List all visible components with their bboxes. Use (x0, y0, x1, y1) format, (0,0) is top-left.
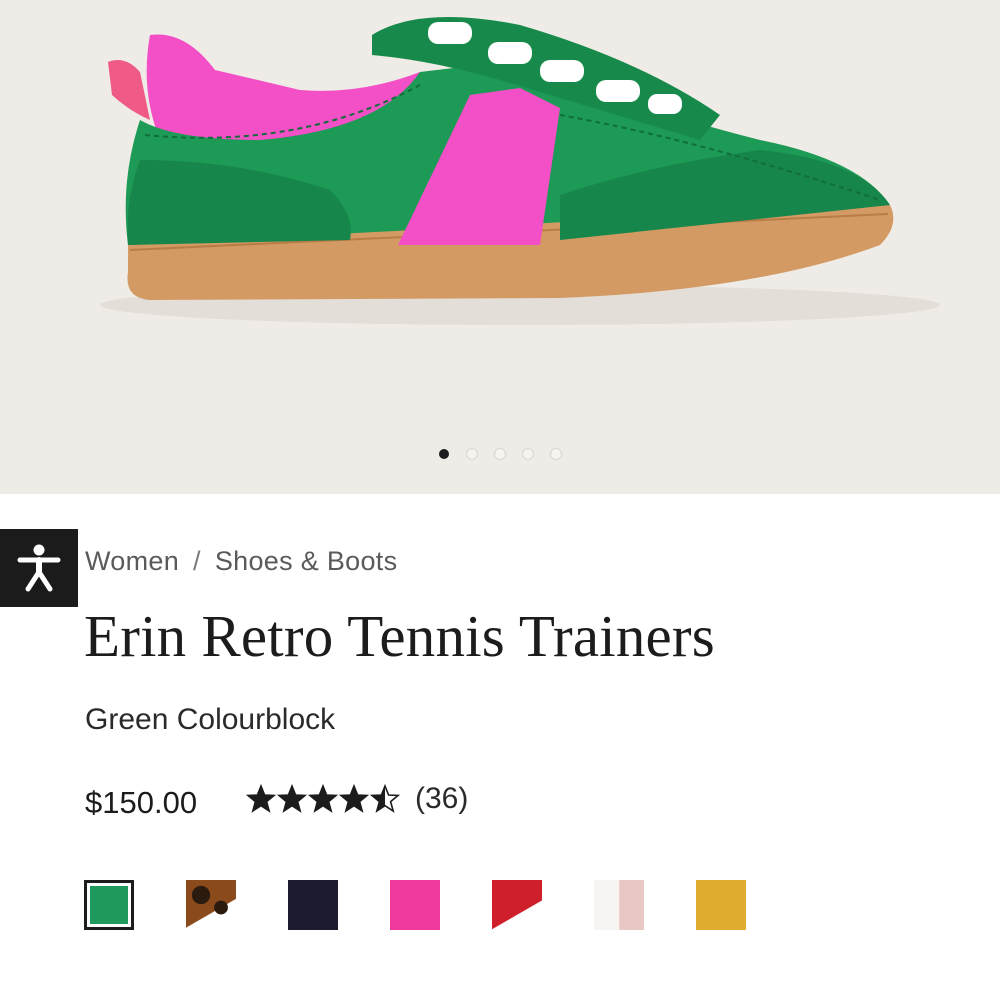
product-image (100, 17, 940, 325)
star-full-icon (339, 784, 369, 813)
accessibility-button[interactable] (0, 529, 78, 607)
product-colour-name: Green Colourblock (85, 703, 336, 736)
review-count[interactable]: (36) (415, 782, 468, 816)
star-full-icon (277, 784, 307, 813)
accessibility-person-icon (17, 544, 61, 592)
swatch-green[interactable] (84, 880, 134, 930)
star-full-icon (246, 784, 276, 813)
swatch-white-pink[interactable] (594, 880, 644, 930)
swatch-leopard[interactable] (186, 880, 236, 930)
rating-stars (246, 784, 401, 814)
swatch-fill (696, 880, 746, 930)
swatch-fill (186, 880, 236, 930)
swatch-fill (90, 886, 128, 924)
swatch-fill (288, 880, 338, 930)
swatch-fill (390, 880, 440, 930)
product-image-gallery[interactable] (0, 0, 1000, 494)
swatch-navy[interactable] (288, 880, 338, 930)
breadcrumb-link-shoes-boots[interactable]: Shoes & Boots (215, 546, 398, 576)
swatch-red[interactable] (492, 880, 542, 930)
carousel-dot-4[interactable] (522, 448, 534, 460)
swatch-fill (492, 880, 542, 930)
carousel-pagination (0, 448, 1000, 460)
colour-swatches (84, 880, 798, 930)
carousel-dot-2[interactable] (466, 448, 478, 460)
breadcrumb-link-women[interactable]: Women (85, 546, 179, 576)
breadcrumb-separator: / (193, 546, 201, 576)
star-half-icon (370, 784, 400, 813)
product-rating[interactable]: (36) (246, 782, 468, 816)
swatch-mustard[interactable] (696, 880, 746, 930)
carousel-dot-1[interactable] (439, 449, 449, 459)
product-title: Erin Retro Tennis Trainers (84, 603, 715, 669)
product-price: $150.00 (85, 785, 198, 820)
carousel-dot-5[interactable] (550, 448, 562, 460)
breadcrumb: Women / Shoes & Boots (85, 546, 397, 577)
swatch-pink[interactable] (390, 880, 440, 930)
star-full-icon (308, 784, 338, 813)
carousel-dot-3[interactable] (494, 448, 506, 460)
swatch-fill (594, 880, 644, 930)
